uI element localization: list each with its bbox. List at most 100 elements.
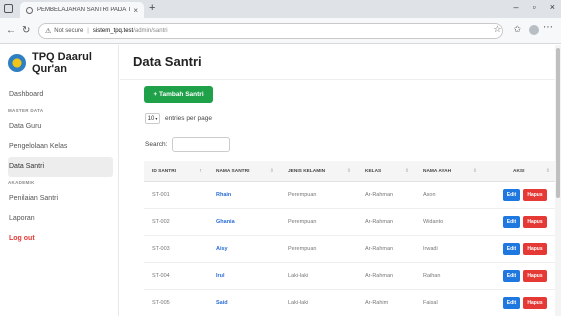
column-header-aksi[interactable]: AKSI ⇕ bbox=[483, 161, 556, 181]
cell-nama-link[interactable]: Said bbox=[208, 300, 280, 306]
favorites-icon[interactable]: ✩ bbox=[513, 24, 521, 35]
cell-jenis-kelamin: Perempuan bbox=[288, 246, 317, 252]
cell-jenis-kelamin: Perempuan bbox=[288, 192, 317, 198]
search-control: Search: bbox=[145, 137, 231, 152]
column-header-id[interactable]: ID SANTRI ↑ bbox=[144, 161, 208, 181]
globe-icon bbox=[26, 6, 33, 14]
delete-button[interactable]: Hapus bbox=[523, 297, 547, 309]
cell-id: ST-004 bbox=[152, 273, 170, 279]
edit-button[interactable]: Edit bbox=[503, 270, 520, 282]
address-bar[interactable]: ⚠ Not secure | sistem_tpq.test /admin/sa… bbox=[38, 23, 503, 39]
search-input[interactable] bbox=[172, 137, 231, 152]
cell-nama-link[interactable]: Ghania bbox=[208, 219, 280, 225]
warning-icon: ⚠ bbox=[45, 28, 52, 35]
cell-nama-ayah: Raihan bbox=[423, 273, 441, 279]
table-row: ST-005 Said Laki-laki Ar-Rahim Faisal Ed… bbox=[144, 290, 556, 316]
brand-name: TPQ Daarul Qur'an bbox=[32, 51, 92, 75]
browser-tab-bar: PEMBELAJARAN SANTRI PADA TPQ × + – ▫ × bbox=[0, 0, 561, 18]
maximize-icon[interactable]: ▫ bbox=[533, 2, 536, 12]
cell-nama-link[interactable]: Irul bbox=[208, 273, 280, 279]
entries-label: entries per page bbox=[165, 115, 212, 122]
cell-jenis-kelamin: Laki-laki bbox=[288, 300, 309, 306]
tab-close-icon[interactable]: × bbox=[133, 6, 138, 15]
brand[interactable]: TPQ Daarul Qur'an bbox=[8, 51, 112, 75]
entries-control: 10 ▾ entries per page bbox=[145, 113, 212, 124]
sort-icon: ⇕ bbox=[346, 168, 351, 174]
cell-nama-ayah: Ason bbox=[423, 192, 436, 198]
window-menu-icon[interactable] bbox=[4, 4, 13, 13]
cell-nama-ayah: Irwadi bbox=[423, 246, 438, 252]
back-icon[interactable]: ← bbox=[6, 25, 16, 36]
delete-button[interactable]: Hapus bbox=[523, 216, 547, 228]
page-title: Data Santri bbox=[133, 54, 202, 69]
sort-icon: ⇕ bbox=[545, 168, 550, 174]
main-content: Data Santri + Tambah Santri 10 ▾ entries … bbox=[120, 45, 561, 316]
sidebar-item-dashboard[interactable]: Dashboard bbox=[8, 85, 113, 105]
cell-id: ST-003 bbox=[152, 246, 170, 252]
edit-button[interactable]: Edit bbox=[503, 243, 520, 255]
sidebar-section-master-data: MASTER DATA bbox=[8, 108, 44, 113]
cell-kelas: Ar-Rahman bbox=[365, 273, 394, 279]
window-controls: – ▫ × bbox=[514, 2, 555, 12]
sidebar-item-laporan[interactable]: Laporan bbox=[8, 209, 113, 229]
delete-button[interactable]: Hapus bbox=[523, 189, 547, 201]
cell-aksi: Edit Hapus bbox=[483, 297, 556, 309]
cell-id: ST-005 bbox=[152, 300, 170, 306]
cell-kelas: Ar-Rahman bbox=[365, 219, 394, 225]
new-tab-button[interactable]: + bbox=[149, 2, 155, 14]
column-header-kelas[interactable]: KELAS ⇕ bbox=[357, 161, 415, 181]
more-icon[interactable]: ⋯ bbox=[543, 22, 553, 33]
sort-asc-icon: ↑ bbox=[199, 168, 203, 174]
column-header-nama-ayah[interactable]: NAMA AYAH ⇕ bbox=[415, 161, 483, 181]
cell-id: ST-002 bbox=[152, 219, 170, 225]
title-divider bbox=[120, 79, 561, 80]
cell-aksi: Edit Hapus bbox=[483, 270, 556, 282]
cell-aksi: Edit Hapus bbox=[483, 189, 556, 201]
edit-button[interactable]: Edit bbox=[503, 216, 520, 228]
cell-id: ST-001 bbox=[152, 192, 170, 198]
table-row: ST-001 Rhain Perempuan Ar-Rahman Ason Ed… bbox=[144, 182, 556, 209]
cell-kelas: Ar-Rahman bbox=[365, 192, 394, 198]
cell-nama-link[interactable]: Rhain bbox=[208, 192, 280, 198]
scrollbar-thumb[interactable] bbox=[556, 48, 560, 198]
delete-button[interactable]: Hapus bbox=[523, 270, 547, 282]
cell-nama-link[interactable]: Aisy bbox=[208, 246, 280, 252]
tab-title: PEMBELAJARAN SANTRI PADA TPQ bbox=[37, 7, 131, 13]
column-header-nama[interactable]: NAMA SANTRI ⇕ bbox=[208, 161, 280, 181]
edit-button[interactable]: Edit bbox=[503, 297, 520, 309]
chevron-down-icon: ▾ bbox=[155, 116, 158, 121]
reload-icon[interactable]: ↻ bbox=[22, 25, 30, 36]
browser-toolbar-icons: ☆ ✩ bbox=[493, 24, 521, 35]
sidebar-item-pengelolaan-kelas[interactable]: Pengelolaan Kelas bbox=[8, 137, 113, 157]
browser-nav-bar: ← ↻ ⚠ Not secure | sistem_tpq.test /admi… bbox=[0, 18, 561, 44]
cell-kelas: Ar-Rahim bbox=[365, 300, 389, 306]
cell-jenis-kelamin: Perempuan bbox=[288, 219, 317, 225]
minimize-icon[interactable]: – bbox=[514, 2, 519, 12]
edit-button[interactable]: Edit bbox=[503, 189, 520, 201]
delete-button[interactable]: Hapus bbox=[523, 243, 547, 255]
security-label: Not secure bbox=[54, 28, 84, 34]
cell-jenis-kelamin: Laki-laki bbox=[288, 273, 309, 279]
browser-tab[interactable]: PEMBELAJARAN SANTRI PADA TPQ × bbox=[20, 2, 144, 18]
close-window-icon[interactable]: × bbox=[550, 2, 555, 12]
sort-icon: ⇕ bbox=[269, 168, 274, 174]
cell-nama-ayah: Widanto bbox=[423, 219, 444, 225]
sidebar-item-data-santri[interactable]: Data Santri bbox=[8, 157, 113, 177]
sidebar-item-logout[interactable]: Log out bbox=[8, 229, 113, 249]
cell-nama-ayah: Faisal bbox=[423, 300, 438, 306]
cell-kelas: Ar-Rahman bbox=[365, 246, 394, 252]
logo-icon bbox=[8, 54, 26, 72]
table-header: ID SANTRI ↑ NAMA SANTRI ⇕ JENIS KELAMIN ⇕ K… bbox=[144, 161, 556, 182]
sidebar-menu: Dashboard MASTER DATA Data Guru Pengelol… bbox=[8, 85, 113, 249]
cell-aksi: Edit Hapus bbox=[483, 216, 556, 228]
sidebar-item-penilaian-santri[interactable]: Penilaian Santri bbox=[8, 189, 113, 209]
sidebar-item-data-guru[interactable]: Data Guru bbox=[8, 117, 113, 137]
column-header-jenis-kelamin[interactable]: JENIS KELAMIN ⇕ bbox=[280, 161, 357, 181]
table-row: ST-002 Ghania Perempuan Ar-Rahman Widant… bbox=[144, 209, 556, 236]
entries-select[interactable]: 10 ▾ bbox=[145, 113, 160, 124]
search-label: Search: bbox=[145, 141, 168, 148]
profile-avatar[interactable] bbox=[529, 25, 539, 35]
add-santri-button[interactable]: + Tambah Santri bbox=[144, 86, 213, 103]
star-icon[interactable]: ☆ bbox=[493, 24, 501, 35]
entries-value: 10 bbox=[147, 115, 155, 122]
